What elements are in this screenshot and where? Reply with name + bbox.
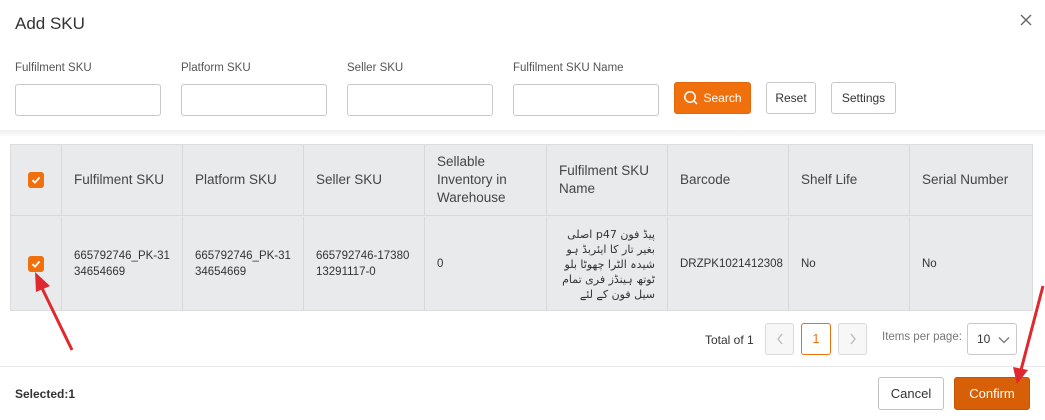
row-checkbox-cell bbox=[11, 217, 62, 311]
cell-fulfilment-sku-name: پیڈ فون p47 اصلی بغیر تار کا ایئربڈ ہو ش… bbox=[547, 217, 668, 311]
items-per-page-label: Items per page: bbox=[882, 331, 962, 343]
chevron-right-icon bbox=[849, 333, 856, 345]
dialog-title: Add SKU bbox=[15, 14, 85, 33]
fulfilment-sku-input[interactable] bbox=[15, 84, 161, 116]
seller-sku-label: Seller SKU bbox=[347, 62, 404, 74]
filter-platform-sku: Platform SKU bbox=[181, 62, 327, 116]
cancel-button[interactable]: Cancel bbox=[878, 377, 944, 410]
platform-sku-label: Platform SKU bbox=[181, 62, 251, 74]
settings-button[interactable]: Settings bbox=[831, 82, 896, 114]
filter-fulfilment-sku: Fulfilment SKU bbox=[15, 62, 161, 116]
table-row[interactable]: 665792746_PK-3134654669 665792746_PK-313… bbox=[11, 217, 1032, 311]
fulfilment-sku-label: Fulfilment SKU bbox=[15, 62, 92, 74]
chevron-left-icon bbox=[776, 333, 783, 345]
chevron-down-icon bbox=[998, 337, 1010, 344]
platform-sku-value: 665792746_PK-3134654669 bbox=[195, 250, 291, 278]
search-icon bbox=[684, 91, 699, 105]
column-header-platform-sku: Platform SKU bbox=[183, 145, 304, 215]
cell-sellable-inventory: 0 bbox=[425, 217, 547, 311]
cell-serial-number: No bbox=[910, 217, 1032, 311]
pagination-total: Total of 1 bbox=[705, 333, 754, 347]
footer-divider bbox=[0, 366, 1045, 367]
search-button-label: Search bbox=[703, 91, 742, 105]
table-header-row: Fulfilment SKU Platform SKU Seller SKU S… bbox=[11, 145, 1032, 216]
selected-count: Selected:1 bbox=[15, 387, 76, 401]
fulfilment-sku-name-value: پیڈ فون p47 اصلی بغیر تار کا ایئربڈ ہو ش… bbox=[562, 227, 655, 301]
fulfilment-sku-name-label: Fulfilment SKU Name bbox=[513, 62, 624, 74]
column-header-seller-sku: Seller SKU bbox=[304, 145, 425, 215]
search-button[interactable]: Search bbox=[674, 82, 751, 114]
barcode-value: DRZPK1021412308 bbox=[680, 258, 783, 270]
row-checkbox[interactable] bbox=[28, 256, 44, 272]
cell-fulfilment-sku: 665792746_PK-3134654669 bbox=[62, 217, 183, 311]
sellable-inventory-value: 0 bbox=[437, 258, 444, 270]
column-header-serial-number: Serial Number bbox=[922, 172, 1009, 187]
fulfilment-sku-name-input[interactable] bbox=[513, 84, 659, 116]
check-icon bbox=[31, 176, 41, 184]
seller-sku-value: 665792746-1738013291117-0 bbox=[316, 250, 410, 278]
column-header-barcode: Barcode bbox=[668, 145, 789, 215]
header-checkbox-cell bbox=[11, 145, 62, 215]
select-all-checkbox[interactable] bbox=[28, 172, 44, 188]
column-header-shelf-life: Shelf Life bbox=[789, 145, 910, 215]
column-header-fulfilment-sku: Fulfilment SKU bbox=[62, 145, 183, 215]
items-per-page-value: 10 bbox=[977, 332, 991, 346]
seller-sku-input[interactable] bbox=[347, 84, 493, 116]
shelf-life-value: No bbox=[801, 258, 816, 270]
check-icon bbox=[31, 260, 41, 268]
fulfilment-sku-value: 665792746_PK-3134654669 bbox=[74, 250, 170, 278]
filter-seller-sku: Seller SKU bbox=[347, 62, 493, 116]
confirm-button[interactable]: Confirm bbox=[954, 377, 1030, 410]
add-sku-dialog: Add SKU Fulfilment SKU Platform SKU Sell… bbox=[0, 0, 1045, 420]
items-per-page-select[interactable]: 10 bbox=[967, 323, 1017, 355]
serial-number-value: No bbox=[922, 258, 937, 270]
cell-seller-sku: 665792746-1738013291117-0 bbox=[304, 217, 425, 311]
close-icon[interactable] bbox=[1017, 11, 1035, 29]
prev-page-button[interactable] bbox=[765, 323, 794, 355]
cell-barcode: DRZPK1021412308 bbox=[668, 217, 789, 311]
sku-table: Fulfilment SKU Platform SKU Seller SKU S… bbox=[10, 144, 1033, 311]
column-header-fulfilment-sku-name: Fulfilment SKU Name bbox=[547, 145, 668, 215]
section-divider bbox=[0, 130, 1045, 136]
filter-fulfilment-sku-name: Fulfilment SKU Name bbox=[513, 62, 659, 116]
cell-platform-sku: 665792746_PK-3134654669 bbox=[183, 217, 304, 311]
page-number-button[interactable]: 1 bbox=[801, 323, 831, 355]
cell-shelf-life: No bbox=[789, 217, 910, 311]
next-page-button[interactable] bbox=[838, 323, 867, 355]
dialog-header: Add SKU bbox=[0, 0, 1045, 50]
column-header-sellable-inventory: Sellable Inventory in Warehouse bbox=[425, 145, 547, 215]
filter-bar: Fulfilment SKU Platform SKU Seller SKU F… bbox=[0, 50, 1045, 130]
platform-sku-input[interactable] bbox=[181, 84, 327, 116]
reset-button[interactable]: Reset bbox=[766, 82, 816, 114]
